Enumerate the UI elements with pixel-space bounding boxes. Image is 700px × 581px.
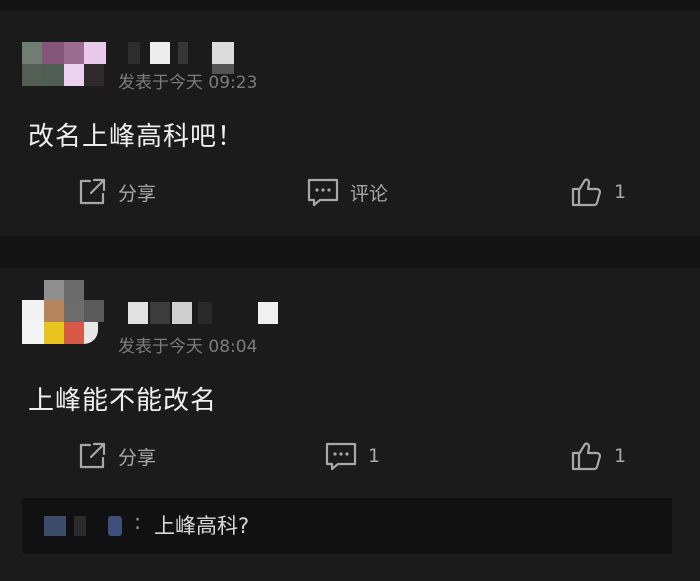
like-button[interactable]: 1 xyxy=(570,438,626,474)
comment-text: 上峰能不能改名 xyxy=(28,386,218,416)
reply-text: 上峰高科? xyxy=(154,514,250,538)
reply-username-pixelated xyxy=(44,516,66,536)
share-label: 分享 xyxy=(118,446,157,469)
like-count: 1 xyxy=(614,445,627,467)
card-divider xyxy=(0,236,700,268)
share-button[interactable]: 分享 xyxy=(76,438,156,474)
thumbs-up-icon xyxy=(570,176,604,208)
share-icon xyxy=(76,440,108,472)
thumbs-up-icon xyxy=(570,440,604,472)
avatar[interactable] xyxy=(22,42,110,108)
avatar[interactable] xyxy=(22,280,110,346)
like-button[interactable]: 1 xyxy=(570,174,626,210)
like-count: 1 xyxy=(614,181,627,203)
comment-timestamp: 发表于今天 08:04 xyxy=(118,337,258,357)
reply-separator: : xyxy=(134,510,142,534)
comment-button[interactable]: 评论 xyxy=(306,174,388,210)
share-label: 分享 xyxy=(118,182,157,205)
username-pixelated[interactable] xyxy=(128,42,268,74)
comment-button[interactable]: 1 xyxy=(324,438,380,474)
top-divider xyxy=(0,0,700,10)
comment-label: 评论 xyxy=(350,182,389,205)
reply-username-block xyxy=(108,516,122,536)
comment-icon xyxy=(306,176,340,208)
comment-timestamp: 发表于今天 09:23 xyxy=(118,73,258,93)
comment-text: 改名上峰高科吧！ xyxy=(28,122,245,152)
reply-item[interactable]: : 上峰高科? xyxy=(22,498,672,554)
username-pixelated[interactable] xyxy=(128,302,280,324)
comment-count: 1 xyxy=(368,445,381,467)
comment-card: 发表于今天 08:04 上峰能不能改名 分享 1 1 : 上峰高科? xyxy=(0,268,700,581)
share-icon xyxy=(76,176,108,208)
comment-icon xyxy=(324,440,358,472)
reply-username-block xyxy=(74,516,86,536)
comment-card: 发表于今天 09:23 改名上峰高科吧！ 分享 评论 1 xyxy=(0,10,700,236)
share-button[interactable]: 分享 xyxy=(76,174,156,210)
